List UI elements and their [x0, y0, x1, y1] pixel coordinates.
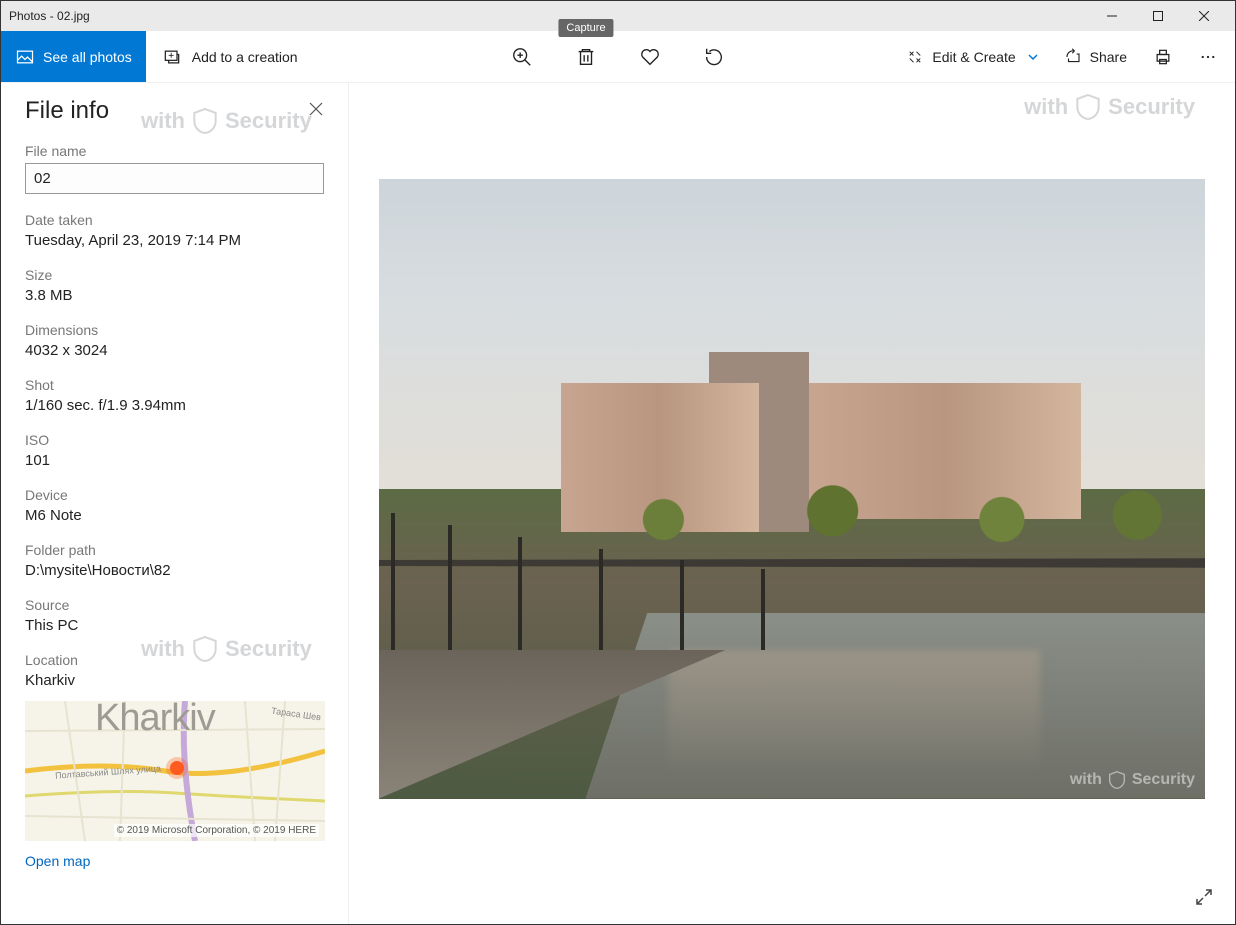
dimensions-value: 4032 x 3024 — [25, 342, 324, 359]
zoom-icon — [511, 46, 533, 68]
edit-create-label: Edit & Create — [932, 49, 1015, 65]
dimensions-field: Dimensions 4032 x 3024 — [25, 322, 324, 359]
rotate-icon — [703, 46, 725, 68]
location-label: Location — [25, 652, 324, 668]
file-name-input[interactable] — [25, 163, 324, 194]
app-window: Photos - 02.jpg See all photos Add to a … — [0, 0, 1236, 925]
trash-icon — [575, 46, 597, 68]
toolbar-left: See all photos Add to a creation — [1, 31, 314, 82]
location-field: Location Kharkiv — [25, 652, 324, 689]
toolbar-right: Edit & Create Share — [906, 47, 1235, 67]
device-field: Device M6 Note — [25, 487, 324, 524]
edit-icon — [906, 48, 924, 66]
chevron-down-icon — [1028, 49, 1038, 65]
see-all-label: See all photos — [43, 49, 132, 65]
device-label: Device — [25, 487, 324, 503]
body: with Security with Security File info Fi… — [1, 83, 1235, 924]
iso-field: ISO 101 — [25, 432, 324, 469]
size-label: Size — [25, 267, 324, 283]
titlebar: Photos - 02.jpg — [1, 1, 1235, 31]
delete-button[interactable]: Capture — [572, 43, 600, 71]
panel-title: File info — [25, 97, 109, 125]
maximize-button[interactable] — [1135, 1, 1181, 31]
add-creation-label: Add to a creation — [192, 49, 298, 65]
add-creation-icon — [162, 47, 182, 67]
date-taken-value: Tuesday, April 23, 2019 7:14 PM — [25, 232, 324, 249]
toolbar: See all photos Add to a creation Capture — [1, 31, 1235, 83]
size-field: Size 3.8 MB — [25, 267, 324, 304]
window-title: Photos - 02.jpg — [9, 9, 1089, 23]
shot-field: Shot 1/160 sec. f/1.9 3.94mm — [25, 377, 324, 414]
heart-icon — [639, 46, 661, 68]
dimensions-label: Dimensions — [25, 322, 324, 338]
date-taken-field: Date taken Tuesday, April 23, 2019 7:14 … — [25, 212, 324, 249]
print-icon — [1153, 47, 1173, 67]
folder-path-field: Folder path D:\mysite\Новости\82 — [25, 542, 324, 579]
source-value: This PC — [25, 617, 324, 634]
shot-label: Shot — [25, 377, 324, 393]
source-field: Source This PC — [25, 597, 324, 634]
toolbar-center: Capture — [508, 43, 728, 71]
location-value: Kharkiv — [25, 672, 324, 689]
iso-label: ISO — [25, 432, 324, 448]
map-city-label: Kharkiv — [95, 701, 215, 740]
shot-value: 1/160 sec. f/1.9 3.94mm — [25, 397, 324, 414]
add-to-creation-button[interactable]: Add to a creation — [146, 31, 314, 82]
share-label: Share — [1090, 49, 1127, 65]
folder-path-label: Folder path — [25, 542, 324, 558]
capture-tooltip: Capture — [558, 19, 613, 37]
edit-create-button[interactable]: Edit & Create — [906, 48, 1037, 66]
size-value: 3.8 MB — [25, 287, 324, 304]
device-value: M6 Note — [25, 507, 324, 524]
close-button[interactable] — [1181, 1, 1227, 31]
open-map-link[interactable]: Open map — [25, 853, 324, 869]
source-label: Source — [25, 597, 324, 613]
favorite-button[interactable] — [636, 43, 664, 71]
see-all-photos-button[interactable]: See all photos — [1, 31, 146, 82]
map-pin-icon — [170, 761, 184, 775]
minimize-button[interactable] — [1089, 1, 1135, 31]
zoom-button[interactable] — [508, 43, 536, 71]
photo-viewport: with Security — [349, 83, 1235, 924]
photos-icon — [15, 47, 35, 67]
fullscreen-button[interactable] — [1195, 888, 1215, 908]
file-info-panel: with Security with Security File info Fi… — [1, 83, 349, 924]
date-taken-label: Date taken — [25, 212, 324, 228]
map-attribution: © 2019 Microsoft Corporation, © 2019 HER… — [114, 824, 319, 837]
panel-header: File info — [25, 97, 324, 125]
watermark: with Security — [1024, 91, 1195, 123]
file-name-label: File name — [25, 143, 324, 159]
print-button[interactable] — [1153, 47, 1173, 67]
share-icon — [1064, 48, 1082, 66]
share-button[interactable]: Share — [1064, 48, 1127, 66]
window-controls — [1089, 1, 1227, 31]
map-preview[interactable]: Kharkiv Полтавський Шлях улица Тараса Ше… — [25, 701, 325, 841]
file-name-field: File name — [25, 143, 324, 194]
iso-value: 101 — [25, 452, 324, 469]
more-options-button[interactable] — [1199, 48, 1217, 66]
folder-path-value: D:\mysite\Новости\82 — [25, 562, 324, 579]
close-panel-button[interactable] — [308, 101, 324, 122]
rotate-button[interactable] — [700, 43, 728, 71]
photo-image[interactable]: with Security — [379, 179, 1205, 799]
ellipsis-icon — [1199, 48, 1217, 66]
